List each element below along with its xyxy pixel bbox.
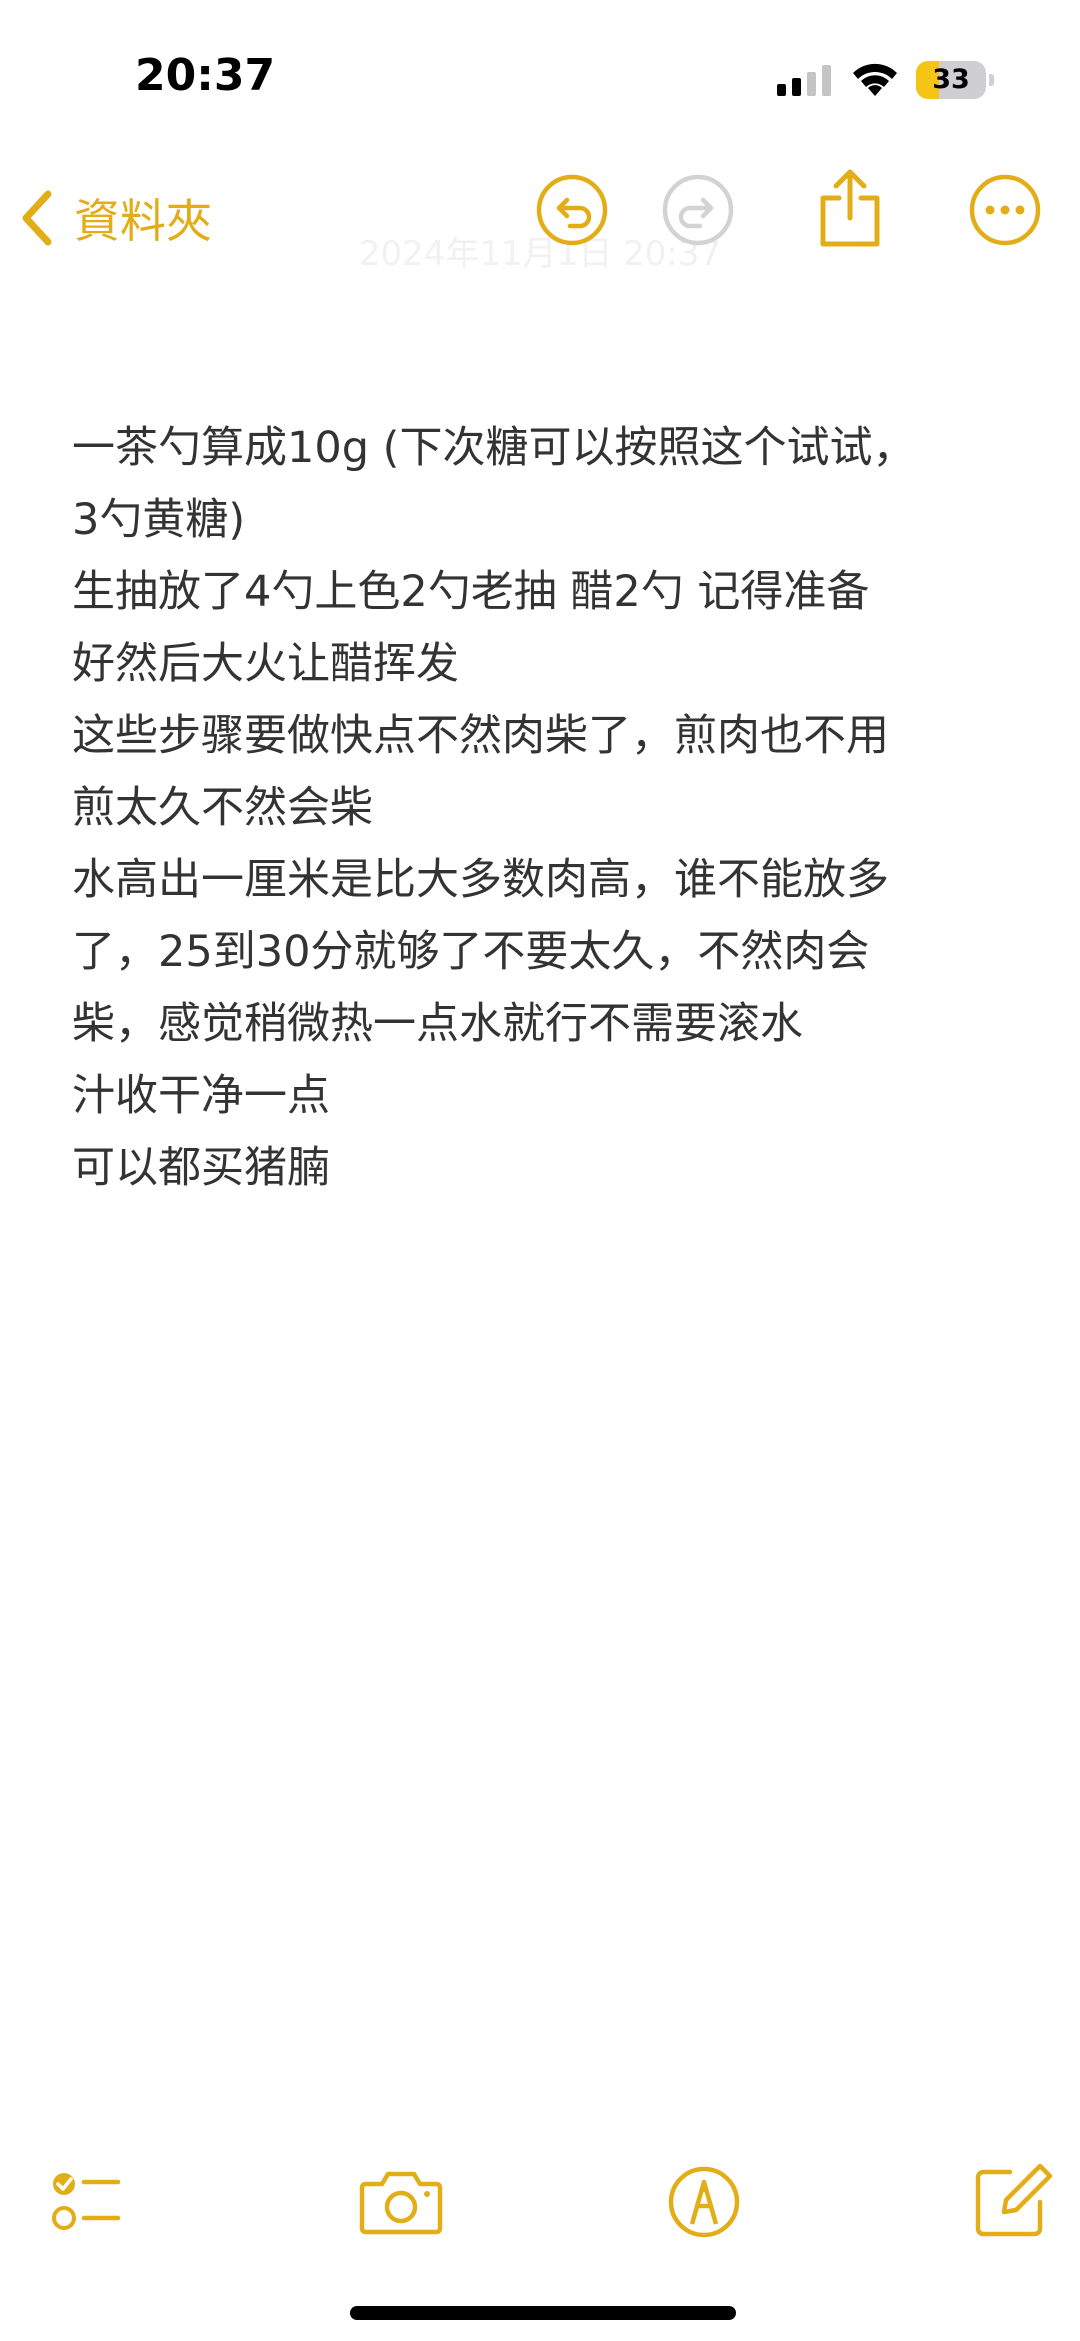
camera-icon[interactable] — [356, 2158, 446, 2242]
note-line: 好然后大火让醋挥发 — [72, 639, 459, 689]
note-line: 可以都买猪腩 — [72, 1143, 330, 1193]
note-line: 这些步骤要做快点不然肉柴了，煎肉也不用 — [72, 711, 889, 761]
battery-cap — [989, 74, 994, 86]
back-to-folders-button[interactable]: 資料夾 — [18, 178, 212, 258]
home-indicator[interactable] — [350, 2306, 736, 2320]
compose-icon[interactable] — [970, 2158, 1054, 2242]
more-icon[interactable] — [967, 172, 1043, 248]
status-bar: 20:37 33 — [0, 0, 1080, 160]
chevron-left-icon — [22, 190, 52, 246]
share-icon[interactable] — [815, 168, 885, 250]
status-time: 20:37 — [135, 50, 276, 101]
battery-level: 33 — [932, 64, 970, 95]
note-line: 3勺黄糖) — [72, 495, 246, 545]
note-line: 水高出一厘米是比大多数肉高，谁不能放多 — [72, 855, 889, 905]
cellular-signal-icon — [777, 65, 831, 96]
battery-body: 33 — [916, 61, 986, 99]
note-line: 煎太久不然会柴 — [72, 783, 373, 833]
note-line: 一茶勺算成10g (下次糖可以按照这个试试， — [72, 423, 916, 473]
notes-app: 20:37 33 2024年11月1日 20:37 資料夾 一茶勺算成10g (… — [0, 0, 1080, 2341]
redo-icon[interactable] — [660, 172, 736, 248]
battery-indicator: 33 — [916, 61, 994, 99]
markup-pen-icon[interactable] — [662, 2158, 746, 2242]
note-line: 柴，感觉稍微热一点水就行不需要滚水 — [72, 999, 803, 1049]
bottom-toolbar — [0, 2150, 1080, 2260]
checklist-icon[interactable] — [44, 2158, 128, 2242]
wifi-icon — [853, 63, 897, 96]
note-line: 汁收干净一点 — [72, 1071, 330, 1121]
note-line: 了，25到30分就够了不要太久，不然肉会 — [72, 927, 870, 977]
note-body[interactable]: 一茶勺算成10g (下次糖可以按照这个试试， 3勺黄糖) 生抽放了4勺上色2勺老… — [72, 412, 1022, 1204]
note-line: 生抽放了4勺上色2勺老抽 醋2勺 记得准备 — [72, 567, 870, 617]
back-label: 資料夾 — [74, 194, 212, 248]
nav-bar: 2024年11月1日 20:37 資料夾 — [0, 160, 1080, 300]
undo-icon[interactable] — [534, 172, 610, 248]
